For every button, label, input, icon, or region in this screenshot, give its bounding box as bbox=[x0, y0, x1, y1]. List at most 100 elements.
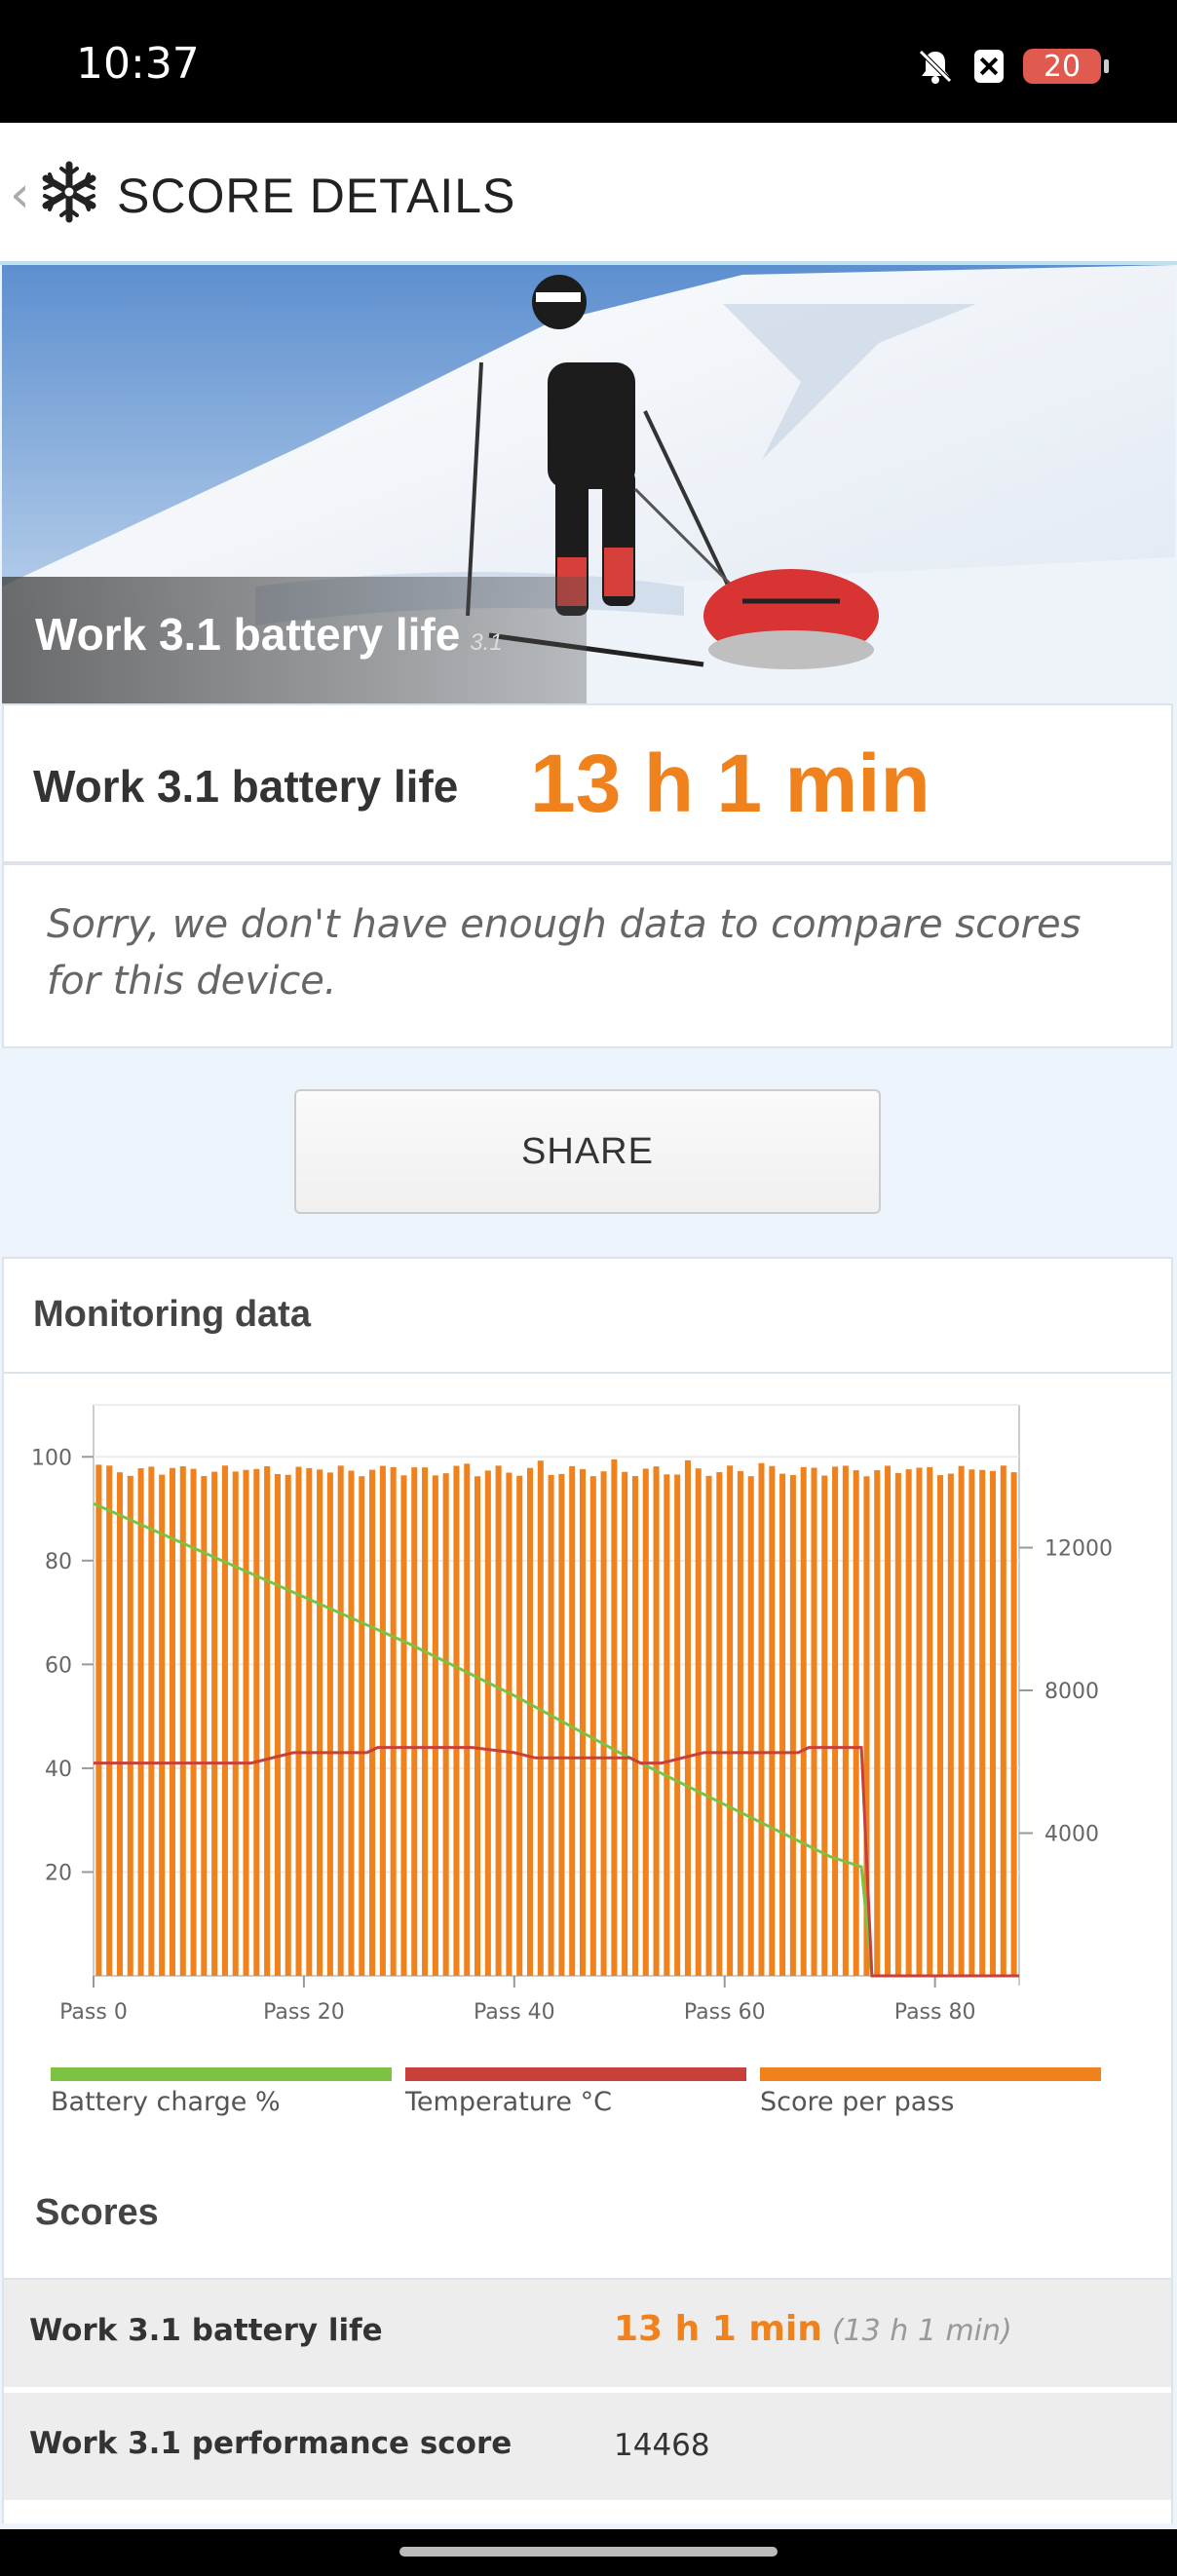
score-bar bbox=[348, 1470, 355, 1976]
score-bar bbox=[979, 1469, 986, 1976]
score-bar bbox=[832, 1466, 839, 1976]
back-chevron-icon[interactable]: ‹ bbox=[10, 166, 30, 224]
status-bar: 10:37 20 bbox=[0, 0, 1177, 123]
score-bar bbox=[116, 1472, 124, 1976]
score-row-sub-value: (13 h 1 min) bbox=[831, 2314, 1012, 2348]
legend-swatch-temperature bbox=[405, 2067, 746, 2081]
x-tick-label: Pass 40 bbox=[474, 2000, 555, 2025]
score-bar bbox=[274, 1473, 281, 1976]
score-bar bbox=[905, 1469, 912, 1976]
score-bar bbox=[631, 1475, 638, 1976]
score-bar bbox=[1010, 1472, 1017, 1976]
left-tick-label: 80 bbox=[45, 1550, 72, 1574]
monitoring-card: Monitoring data 20 40 60 80 100 4000 8000 12000… bbox=[2, 1257, 1173, 2523]
score-bar bbox=[453, 1465, 460, 1976]
score-bar bbox=[811, 1467, 817, 1976]
score-bar bbox=[916, 1467, 923, 1976]
hero-version: 3.1 bbox=[470, 629, 503, 656]
score-bar bbox=[684, 1459, 691, 1976]
score-bar bbox=[769, 1465, 776, 1976]
legend-label-battery: Battery charge % bbox=[51, 2087, 281, 2117]
score-bar bbox=[622, 1471, 628, 1976]
score-bar bbox=[821, 1475, 828, 1976]
score-bar bbox=[937, 1475, 944, 1976]
legend-label-score: Score per pass bbox=[760, 2087, 955, 2117]
score-bar bbox=[947, 1473, 954, 1976]
score-bar bbox=[137, 1468, 144, 1976]
score-bar bbox=[422, 1467, 429, 1976]
score-bar bbox=[894, 1472, 901, 1976]
score-bar bbox=[148, 1466, 155, 1976]
home-gesture-handle[interactable] bbox=[399, 2547, 778, 2557]
legend-item-score: Score per pass bbox=[760, 2067, 1101, 2117]
score-bar bbox=[306, 1467, 313, 1976]
score-bar bbox=[779, 1473, 786, 1976]
score-bar bbox=[243, 1469, 249, 1976]
battery-line bbox=[93, 1501, 874, 1977]
scores-title: Scores bbox=[35, 2192, 159, 2233]
score-bar bbox=[211, 1471, 218, 1976]
score-bar bbox=[464, 1463, 471, 1976]
status-time: 10:37 bbox=[76, 39, 200, 89]
score-bar bbox=[506, 1472, 513, 1976]
benchmark-hero-image: Work 3.1 battery life 3.1 bbox=[2, 265, 1175, 703]
system-navigation-bar bbox=[0, 2529, 1177, 2576]
score-bar bbox=[169, 1467, 175, 1976]
score-bar bbox=[475, 1476, 481, 1976]
legend-item-temperature: Temperature °C bbox=[405, 2067, 746, 2117]
score-bar bbox=[537, 1460, 544, 1976]
score-bar bbox=[758, 1462, 765, 1976]
score-bar bbox=[874, 1470, 881, 1976]
app-notification-icon bbox=[974, 50, 1004, 83]
score-bar bbox=[400, 1475, 407, 1976]
score-bar bbox=[159, 1474, 166, 1976]
score-bar bbox=[495, 1465, 502, 1976]
score-bar bbox=[390, 1466, 397, 1976]
page-title: SCORE DETAILS bbox=[117, 169, 516, 223]
score-bar bbox=[106, 1465, 113, 1976]
left-tick-label: 20 bbox=[45, 1861, 72, 1885]
left-tick-label: 100 bbox=[31, 1446, 72, 1470]
score-bar bbox=[337, 1465, 344, 1976]
score-bar bbox=[127, 1475, 133, 1976]
score-row-label: Work 3.1 performance score bbox=[29, 2426, 513, 2461]
status-icons: 20 bbox=[916, 47, 1109, 86]
legend-swatch-score bbox=[760, 2067, 1101, 2081]
share-button[interactable]: SHARE bbox=[294, 1089, 881, 1214]
right-tick-label: 8000 bbox=[1044, 1680, 1099, 1704]
score-bar bbox=[968, 1469, 975, 1976]
score-bar bbox=[95, 1464, 102, 1976]
score-bar bbox=[232, 1471, 239, 1976]
score-label: Work 3.1 battery life bbox=[33, 761, 459, 812]
score-bar bbox=[716, 1472, 723, 1976]
x-tick-label: Pass 20 bbox=[263, 2000, 345, 2025]
left-tick-label: 60 bbox=[45, 1653, 72, 1678]
score-bar bbox=[800, 1466, 807, 1976]
score-bar bbox=[526, 1467, 534, 1976]
app-header: ‹ SCORE DETAILS bbox=[0, 123, 1177, 265]
score-bar bbox=[737, 1470, 743, 1976]
hero-title-text: Work 3.1 battery life bbox=[35, 609, 461, 660]
notifications-off-icon bbox=[919, 50, 952, 84]
score-row-main-value: 13 h 1 min bbox=[614, 2309, 822, 2349]
score-bar bbox=[432, 1475, 438, 1976]
temperature-line bbox=[94, 1746, 1019, 1978]
score-row-value: 13 h 1 min (13 h 1 min) bbox=[614, 2309, 1012, 2349]
snowflake-logo-icon bbox=[42, 161, 96, 223]
battery-indicator: 20 bbox=[1023, 49, 1109, 84]
score-bar bbox=[221, 1465, 228, 1976]
comparison-notice: Sorry, we don't have enough data to comp… bbox=[47, 902, 1082, 1004]
legend-label-temperature: Temperature °C bbox=[405, 2087, 612, 2117]
chart-legend: Battery charge % Temperature °C Score pe… bbox=[51, 2067, 1101, 2117]
score-bar bbox=[484, 1470, 491, 1976]
score-bar bbox=[653, 1466, 660, 1976]
score-bar bbox=[695, 1468, 702, 1976]
score-bar bbox=[190, 1468, 197, 1976]
score-bar bbox=[989, 1470, 997, 1976]
score-bar bbox=[611, 1458, 618, 1976]
score-bar bbox=[589, 1476, 596, 1976]
table-row: Work 3.1 performance score 14468 bbox=[4, 2393, 1171, 2500]
score-card: Work 3.1 battery life 13 h 1 min bbox=[2, 703, 1173, 863]
score-bar bbox=[285, 1474, 291, 1976]
score-bar bbox=[411, 1467, 418, 1976]
